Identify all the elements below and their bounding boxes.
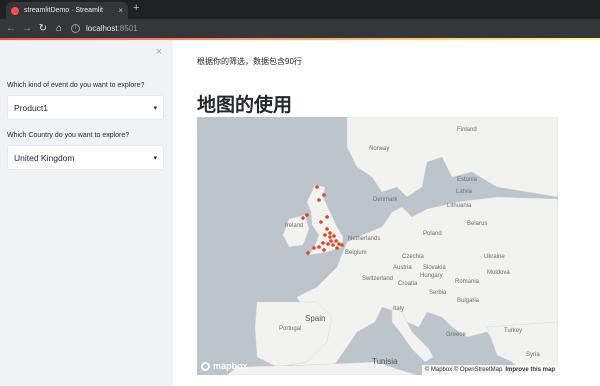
site-info-icon[interactable]: i (71, 24, 80, 33)
map-label-portugal: Portugal (279, 326, 302, 332)
map-point (317, 245, 321, 249)
map[interactable]: Finland Norway Estonia Latvia Denmark Li… (197, 117, 558, 375)
map-point (329, 239, 333, 243)
map-point (315, 185, 319, 189)
map-label-slovakia: Slovakia (423, 265, 446, 271)
map-point (306, 251, 310, 255)
map-label-ireland: Ireland (285, 223, 304, 229)
map-label-denmark: Denmark (373, 197, 398, 203)
event-select-label: Which kind of event do you want to explo… (7, 82, 145, 89)
browser-toolbar: ← → ↻ ⌂ i localhost:8501 (0, 19, 600, 38)
map-label-belarus: Belarus (467, 221, 488, 227)
map-point (332, 234, 336, 238)
sidebar-close-icon[interactable]: × (156, 46, 162, 58)
map-point (305, 213, 309, 217)
map-point (334, 239, 338, 243)
map-attribution: © Mapbox © OpenStreetMap Improve this ma… (421, 365, 558, 375)
map-label-greece: Greece (446, 332, 466, 338)
map-label-syria: Syria (526, 352, 540, 358)
browser-tab[interactable]: streamlitDemo · Streamlit × (6, 2, 128, 19)
map-label-ukraine: Ukraine (484, 254, 505, 260)
map-label-moldova: Moldova (487, 270, 510, 276)
map-basemap (226, 117, 558, 375)
tab-close-icon[interactable]: × (118, 6, 123, 15)
tab-title: streamlitDemo · Streamlit (24, 7, 103, 14)
url-port: :8501 (117, 24, 138, 33)
event-select[interactable]: Product1 ▾ (7, 95, 164, 120)
map-point (312, 246, 316, 250)
back-arrow-icon[interactable]: ← (3, 23, 19, 34)
country-select[interactable]: United Kingdom ▾ (7, 145, 164, 170)
map-label-finland: Finland (457, 127, 477, 133)
map-label-netherlands: Netherlands (348, 236, 381, 242)
filter-result-text: 根据你的筛选，数据包含90行 (197, 57, 302, 66)
map-label-switzerland: Switzerland (362, 276, 394, 282)
mapbox-logo[interactable]: mapbox (201, 361, 248, 371)
chevron-down-icon: ▾ (153, 104, 157, 112)
map-label-tunisia: Tunisia (372, 357, 398, 366)
home-icon[interactable]: ⌂ (51, 23, 67, 34)
map-point (325, 215, 329, 219)
map-label-latvia: Latvia (456, 189, 473, 195)
map-label-austria: Austria (393, 265, 412, 271)
map-point (322, 248, 326, 252)
country-select-label: Which Country do you want to explore? (7, 132, 130, 139)
map-label-lithuania: Lithuania (447, 203, 472, 209)
map-label-bulgaria: Bulgaria (457, 298, 480, 304)
map-label-hungary: Hungary (420, 273, 443, 279)
page-title: 地图的使用 (197, 95, 293, 116)
map-label-czechia: Czechia (402, 254, 424, 260)
map-label-poland: Poland (423, 231, 442, 237)
chevron-down-icon: ▾ (153, 154, 157, 162)
map-point (321, 241, 325, 245)
mapbox-logo-icon (201, 361, 210, 371)
map-point (319, 220, 323, 224)
attribution-text[interactable]: © Mapbox © OpenStreetMap (425, 367, 503, 373)
browser-tab-strip: streamlitDemo · Streamlit × + (0, 0, 600, 19)
streamlit-favicon-icon (11, 6, 19, 15)
map-point (328, 235, 332, 239)
map-point (325, 227, 329, 231)
event-select-value: Product1 (14, 102, 49, 113)
map-point (301, 216, 305, 220)
map-label-norway: Norway (369, 146, 390, 152)
map-point (335, 246, 339, 250)
map-label-spain: Spain (305, 314, 326, 323)
country-select-value: United Kingdom (14, 152, 75, 163)
map-label-romania: Romania (455, 279, 480, 285)
sidebar: × Which kind of event do you want to exp… (0, 40, 173, 386)
map-point (322, 193, 326, 197)
improve-map-link[interactable]: Improve this map (505, 367, 555, 373)
map-point (323, 233, 327, 237)
main-content: 根据你的筛选，数据包含90行 地图的使用 Finland Norway Esto… (173, 40, 600, 386)
map-point (331, 243, 335, 247)
map-label-belgium: Belgium (345, 250, 367, 256)
map-point (328, 231, 332, 235)
reload-icon[interactable]: ↻ (35, 23, 51, 34)
map-label-croatia: Croatia (398, 281, 418, 287)
map-label-turkey: Turkey (504, 328, 523, 334)
new-tab-button[interactable]: + (133, 2, 139, 14)
map-point (317, 198, 321, 202)
map-label-italy: Italy (393, 306, 405, 312)
forward-arrow-icon[interactable]: → (19, 23, 35, 34)
map-label-serbia: Serbia (429, 290, 447, 296)
map-label-estonia: Estonia (457, 177, 478, 183)
url-host: localhost (86, 24, 118, 33)
address-bar[interactable]: i localhost:8501 (71, 24, 138, 33)
map-point (326, 242, 330, 246)
mapbox-logo-text: mapbox (213, 361, 248, 371)
map-point (340, 243, 344, 247)
